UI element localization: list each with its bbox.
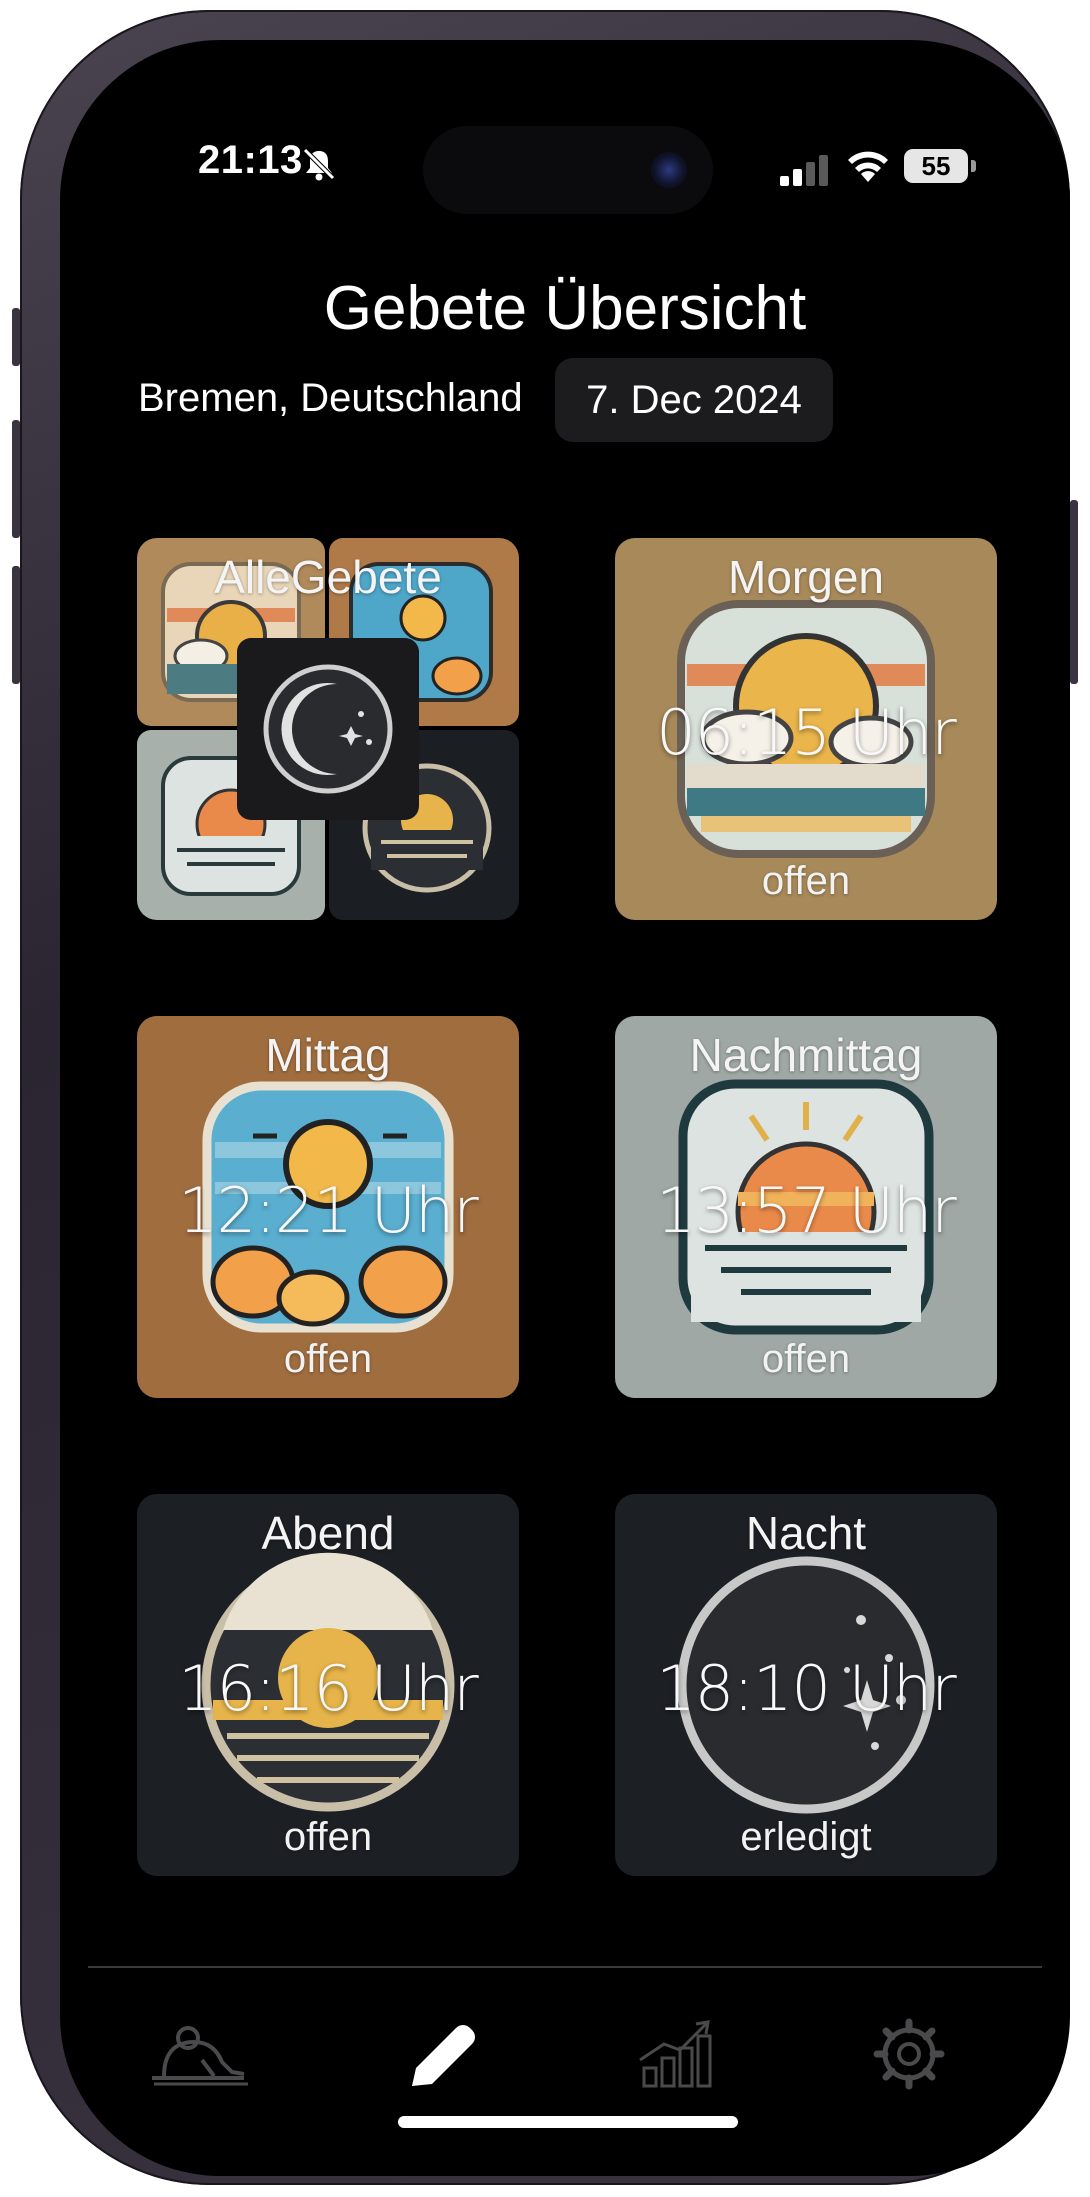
home-indicator[interactable] <box>398 2116 738 2128</box>
bell-slash-icon <box>303 148 335 181</box>
chart-growth-icon <box>639 2020 712 2088</box>
tab-statistics[interactable] <box>618 2014 728 2094</box>
battery-icon: 55 <box>904 149 968 183</box>
date-picker-button[interactable]: 7. Dec 2024 <box>555 358 833 442</box>
volume-down-button <box>12 566 20 684</box>
location-label: Bremen, Deutschland <box>138 376 523 420</box>
card-title: Mittag <box>265 1029 391 1081</box>
card-title: Nachmittag <box>689 1029 923 1081</box>
dynamic-island <box>423 126 713 214</box>
power-button <box>1070 500 1078 684</box>
prayer-time: 12:21 Uhr <box>178 1174 479 1247</box>
tab-edit[interactable] <box>382 2014 492 2094</box>
prayer-person-icon <box>152 2026 248 2086</box>
screen: 21:13 55 Gebete Übersicht Bremen, Deutsc… <box>88 68 1042 2148</box>
status-time: 21:13 <box>198 138 303 182</box>
tab-prayer[interactable] <box>144 2014 254 2094</box>
card-abend[interactable]: Abend 16:16 Uhr offen <box>137 1494 519 1876</box>
prayer-time: 13:57 Uhr <box>656 1174 957 1247</box>
tab-settings[interactable] <box>854 2014 964 2094</box>
card-alle-gebete[interactable]: AlleGebete <box>137 538 519 920</box>
prayer-status: offen <box>761 859 851 903</box>
phone-frame: 21:13 55 Gebete Übersicht Bremen, Deutsc… <box>12 10 1078 2185</box>
prayer-status: offen <box>283 1815 373 1859</box>
front-camera <box>651 152 687 188</box>
card-title: AlleGebete <box>214 551 442 603</box>
card-title: Nacht <box>745 1507 867 1559</box>
gear-icon <box>873 2018 945 2090</box>
wifi-icon <box>848 151 888 182</box>
card-title: Morgen <box>728 551 884 603</box>
card-title: Abend <box>261 1507 395 1559</box>
bezel: 21:13 55 Gebete Übersicht Bremen, Deutsc… <box>60 40 1070 2176</box>
prayer-status: offen <box>283 1337 373 1381</box>
prayer-time: 18:10 Uhr <box>656 1652 957 1725</box>
volume-up-button <box>12 420 20 538</box>
page-title: Gebete Übersicht <box>323 274 807 343</box>
tab-bar-divider <box>88 1966 1042 1968</box>
prayer-time: 16:16 Uhr <box>178 1652 479 1725</box>
card-mittag[interactable]: Mittag 12:21 Uhr offen <box>137 1016 519 1398</box>
prayer-status: offen <box>761 1337 851 1381</box>
prayer-time: 06:15 Uhr <box>656 696 957 769</box>
card-morgen[interactable]: Morgen 06:15 Uhr offen <box>615 538 997 920</box>
action-button <box>12 308 20 366</box>
card-nacht[interactable]: Nacht 18:10 Uhr erledigt <box>615 1494 997 1876</box>
pencil-icon <box>412 2025 475 2086</box>
prayer-status: erledigt <box>740 1815 872 1859</box>
card-nachmittag[interactable]: Nachmittag 13:57 Uhr offen <box>615 1016 997 1398</box>
cellular-signal-icon <box>780 155 828 186</box>
battery-nub <box>971 160 976 172</box>
